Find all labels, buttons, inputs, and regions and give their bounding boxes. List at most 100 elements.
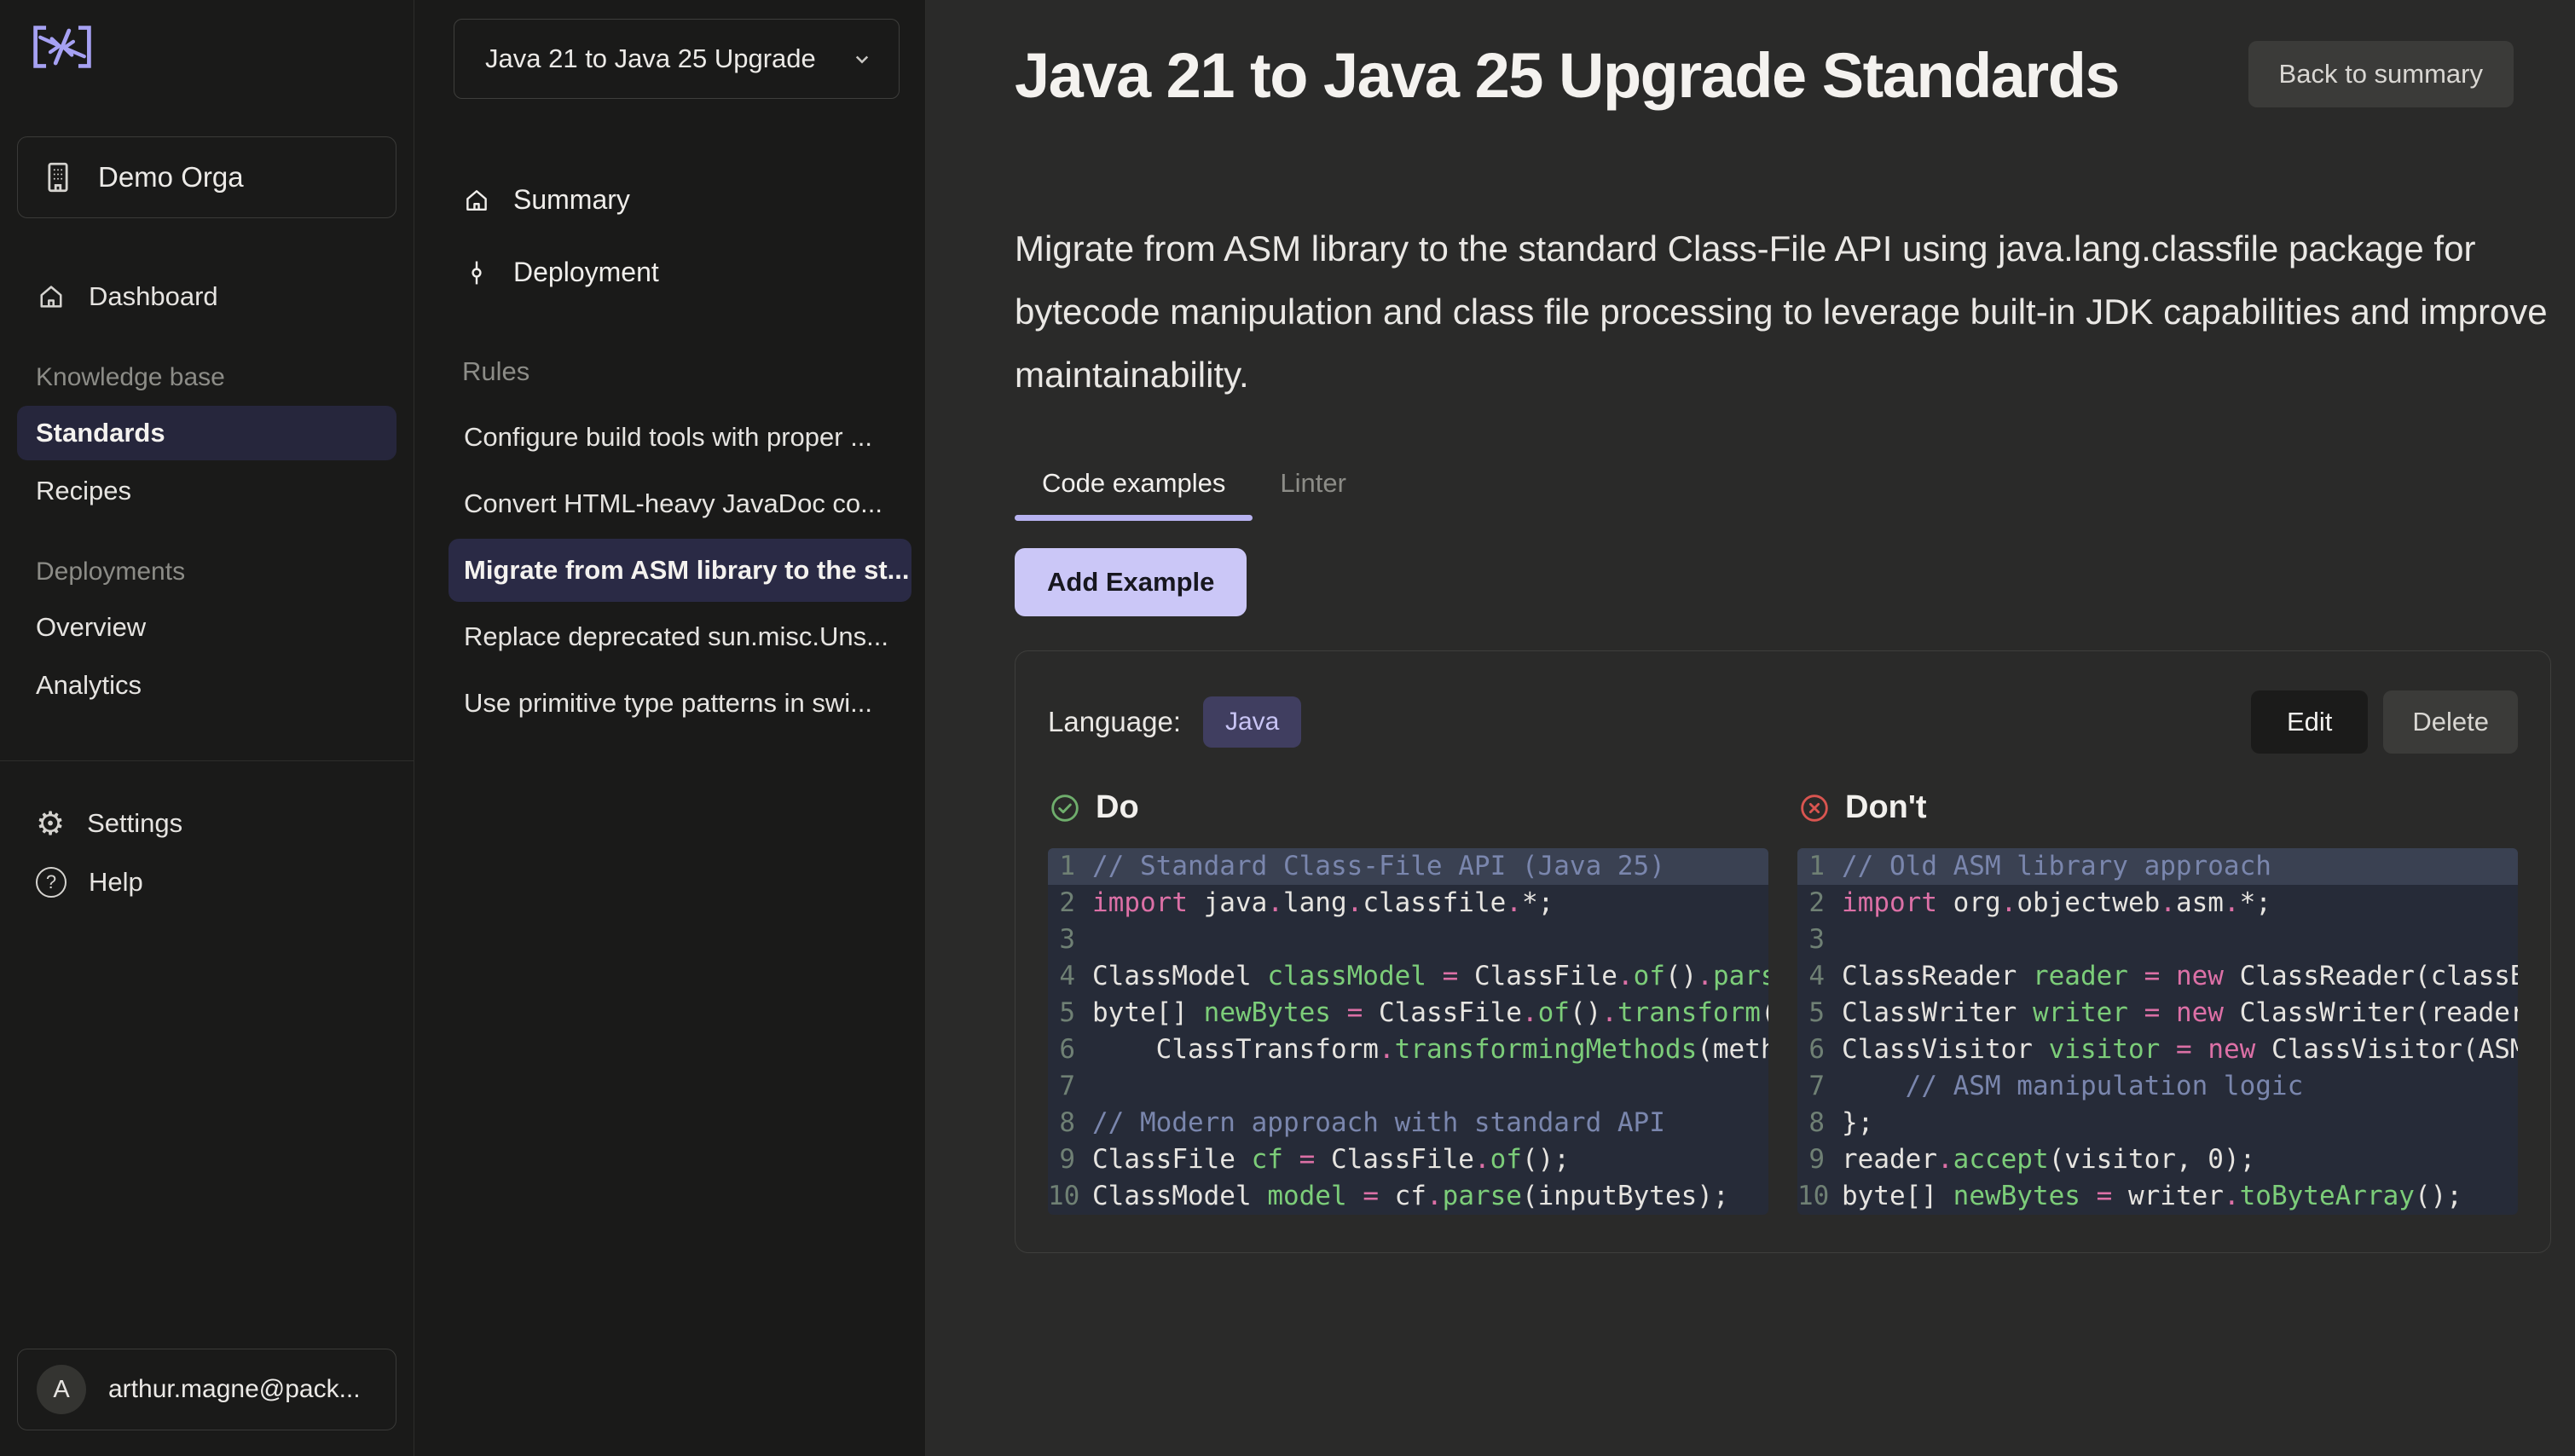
code-line: 9ClassFile cf = ClassFile.of(); [1048, 1141, 1768, 1178]
code-line: 7 [1048, 1068, 1768, 1105]
code-text: ClassWriter writer = new ClassWriter(rea… [1842, 995, 2518, 1031]
code-text: reader.accept(visitor, 0); [1842, 1141, 2255, 1178]
rule-item-convert-javadoc[interactable]: Convert HTML-heavy JavaDoc co... [448, 472, 911, 535]
code-text: ClassVisitor visitor = new ClassVisitor(… [1842, 1031, 2518, 1068]
org-name: Demo Orga [98, 161, 244, 194]
sidebar-item-label: Standards [36, 418, 165, 448]
line-number: 10 [1048, 1178, 1092, 1215]
line-number: 7 [1048, 1068, 1092, 1105]
sidebar-item-recipes[interactable]: Recipes [17, 464, 396, 518]
standard-selector-value: Java 21 to Java 25 Upgrade [485, 43, 816, 74]
user-email: arthur.magne@pack... [108, 1375, 361, 1404]
home-icon [462, 186, 491, 215]
back-to-summary-button[interactable]: Back to summary [2248, 41, 2514, 107]
code-line: 6 ClassTransform.transformingMethods(met… [1048, 1031, 1768, 1068]
code-line: 9reader.accept(visitor, 0); [1797, 1141, 2518, 1178]
org-switcher[interactable]: Demo Orga [17, 136, 396, 218]
rule-item-migrate-asm[interactable]: Migrate from ASM library to the st... [448, 539, 911, 602]
sidebar-item-label: Overview [36, 612, 146, 643]
code-text: ClassFile cf = ClassFile.of(); [1092, 1141, 1570, 1178]
code-line: 7 // ASM manipulation logic [1797, 1068, 2518, 1105]
code-example-card: Language: Java Edit Delete Do [1015, 650, 2551, 1253]
code-text: import java.lang.classfile.*; [1092, 885, 1554, 922]
sidebar-item-dashboard[interactable]: Dashboard [17, 269, 396, 324]
sidebar-item-label: Dashboard [89, 281, 218, 312]
rule-item-configure-build-tools[interactable]: Configure build tools with proper ... [448, 406, 911, 469]
chevron-down-icon [849, 46, 875, 72]
do-dont-columns: Do 1// Standard Class-File API (Java 25)… [1048, 789, 2518, 1215]
sidebar-divider [0, 760, 414, 761]
line-number: 2 [1048, 885, 1092, 922]
sidebar-section-knowledge-base: Knowledge base [36, 363, 378, 392]
line-number: 1 [1797, 848, 1842, 885]
sidebar-item-settings[interactable]: ⚙ Settings [17, 795, 396, 852]
sidebar-item-overview[interactable]: Overview [17, 600, 396, 655]
code-line: 5byte[] newBytes = ClassFile.of().transf… [1048, 995, 1768, 1031]
line-number: 8 [1048, 1105, 1092, 1141]
code-text: ClassModel classModel = ClassFile.of().p… [1092, 958, 1768, 995]
home-icon [36, 281, 67, 312]
code-line: 4ClassModel classModel = ClassFile.of().… [1048, 958, 1768, 995]
code-text: }; [1842, 1105, 1873, 1141]
x-circle-icon [1797, 791, 1831, 825]
sidebar-item-analytics[interactable]: Analytics [17, 658, 396, 713]
code-text: byte[] newBytes = writer.toByteArray(); [1842, 1178, 2462, 1215]
brand-logo-icon [31, 24, 396, 70]
sidebar-section-deployments: Deployments [36, 558, 378, 586]
code-text: ClassTransform.transformingMethods(metho… [1092, 1031, 1768, 1068]
code-line: 10ClassModel model = cf.parse(inputBytes… [1048, 1178, 1768, 1215]
sidebar-item-standards[interactable]: Standards [17, 406, 396, 460]
rule-description: Migrate from ASM library to the standard… [1015, 217, 2551, 407]
standard-selector-dropdown[interactable]: Java 21 to Java 25 Upgrade [454, 19, 900, 99]
edit-button[interactable]: Edit [2251, 690, 2368, 754]
rule-item-primitive-patterns[interactable]: Use primitive type patterns in swi... [448, 672, 911, 735]
line-number: 9 [1797, 1141, 1842, 1178]
line-number: 6 [1797, 1031, 1842, 1068]
check-circle-icon [1048, 791, 1082, 825]
language-label: Language: [1048, 706, 1181, 738]
code-text: byte[] newBytes = ClassFile.of().transfo… [1092, 995, 1768, 1031]
line-number: 3 [1797, 922, 1842, 958]
tab-linter[interactable]: Linter [1253, 468, 1374, 521]
code-line: 6ClassVisitor visitor = new ClassVisitor… [1797, 1031, 2518, 1068]
line-number: 5 [1048, 995, 1092, 1031]
delete-button[interactable]: Delete [2383, 690, 2518, 754]
code-text: // Old ASM library approach [1842, 848, 2271, 885]
standard-nav-deployment[interactable]: Deployment [448, 243, 911, 302]
code-line: 3 [1048, 922, 1768, 958]
sidebar-item-label: Settings [87, 808, 182, 839]
line-number: 4 [1797, 958, 1842, 995]
line-number: 4 [1048, 958, 1092, 995]
code-line: 2import java.lang.classfile.*; [1048, 885, 1768, 922]
code-text: // Standard Class-File API (Java 25) [1092, 848, 1665, 885]
line-number: 8 [1797, 1105, 1842, 1141]
standard-nav-summary[interactable]: Summary [448, 170, 911, 229]
code-line: 5ClassWriter writer = new ClassWriter(re… [1797, 995, 2518, 1031]
code-line: 2import org.objectweb.asm.*; [1797, 885, 2518, 922]
code-text: ClassReader reader = new ClassReader(cla… [1842, 958, 2518, 995]
line-number: 7 [1797, 1068, 1842, 1105]
line-number: 2 [1797, 885, 1842, 922]
rule-item-replace-unsafe[interactable]: Replace deprecated sun.misc.Uns... [448, 605, 911, 668]
user-menu[interactable]: A arthur.magne@pack... [17, 1349, 396, 1430]
language-badge: Java [1203, 696, 1301, 748]
rules-heading: Rules [462, 356, 898, 387]
standard-nav-label: Summary [513, 184, 630, 216]
example-card-header: Language: Java Edit Delete [1048, 690, 2518, 754]
tab-code-examples[interactable]: Code examples [1015, 468, 1253, 521]
code-line: 10byte[] newBytes = writer.toByteArray()… [1797, 1178, 2518, 1215]
do-column: Do 1// Standard Class-File API (Java 25)… [1048, 789, 1768, 1215]
dont-title: Don't [1845, 789, 1927, 826]
add-example-button[interactable]: Add Example [1015, 548, 1247, 616]
sidebar-item-help[interactable]: ? Help [17, 855, 396, 910]
standard-nav-label: Deployment [513, 257, 659, 288]
code-line: 4ClassReader reader = new ClassReader(cl… [1797, 958, 2518, 995]
line-number: 1 [1048, 848, 1092, 885]
code-line: 8}; [1797, 1105, 2518, 1141]
do-title: Do [1096, 789, 1139, 826]
page-title: Java 21 to Java 25 Upgrade Standards [1015, 39, 2119, 112]
code-text: // ASM manipulation logic [1842, 1068, 2303, 1105]
tabs-bar: Code examples Linter [1015, 468, 2551, 521]
avatar: A [37, 1365, 86, 1414]
example-actions: Edit Delete [2251, 690, 2518, 754]
